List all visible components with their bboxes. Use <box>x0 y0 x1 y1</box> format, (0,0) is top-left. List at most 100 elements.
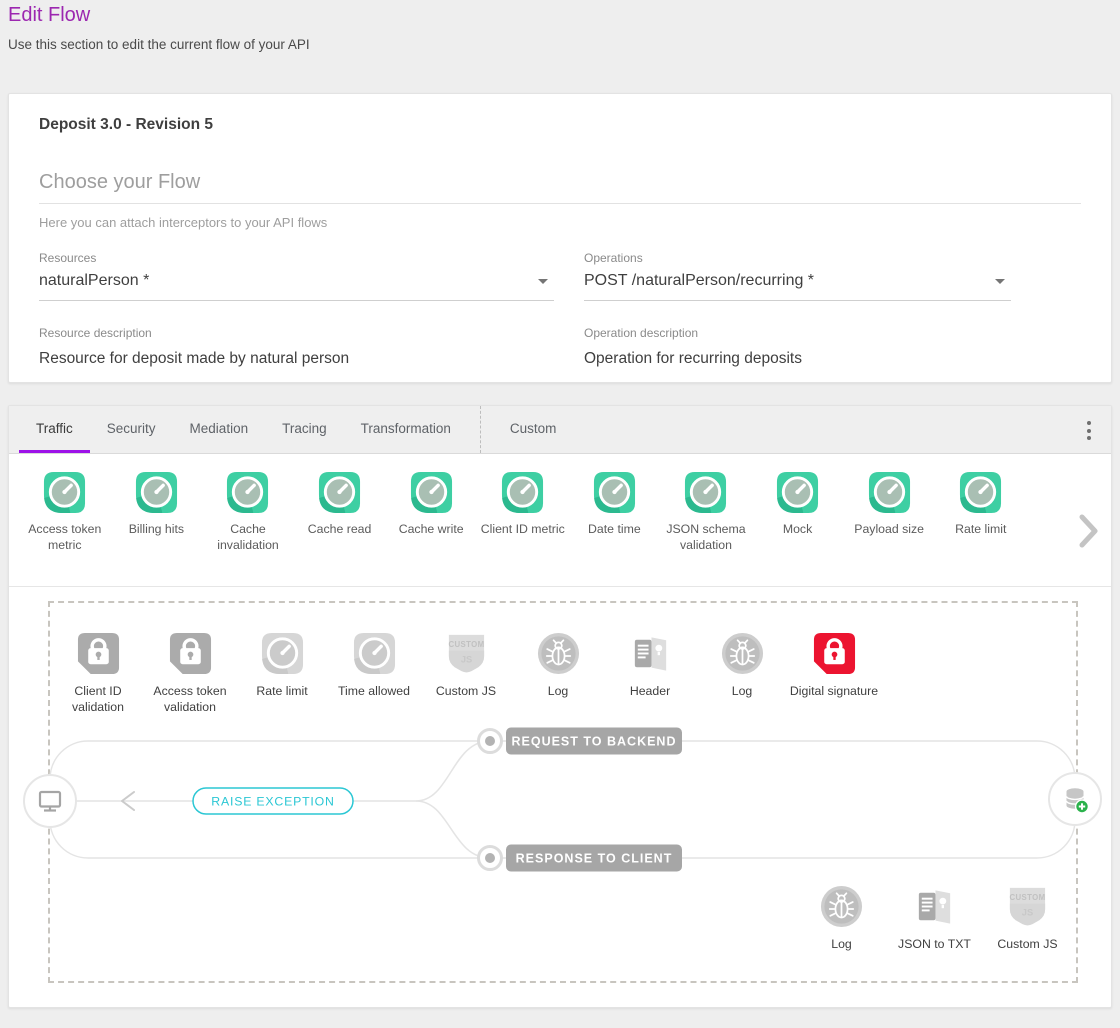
operations-field: Operations POST /naturalPerson/recurring… <box>584 251 1011 301</box>
custom-js-icon <box>444 631 489 676</box>
flow-interceptor[interactable]: Rate limit <box>236 631 328 716</box>
palette-item[interactable]: Billing hits <box>111 470 203 586</box>
chevron-right-icon[interactable] <box>1079 514 1099 553</box>
tab-mediation[interactable]: Mediation <box>173 406 266 453</box>
palette-item-label: Cache read <box>308 522 372 538</box>
response-flow-interceptors: Log JSON to TXT Custom JS <box>795 884 1074 953</box>
interceptors-card: Traffic Security Mediation Tracing Trans… <box>8 405 1112 1008</box>
flow-interceptor-label: Log <box>732 684 753 700</box>
monitor-icon <box>24 775 76 827</box>
flow-interceptor-label: Log <box>831 937 852 953</box>
palette-item-label: Cache write <box>399 522 464 538</box>
flow-interceptor[interactable]: Access token validation <box>144 631 236 716</box>
flow-interceptor-label: Custom JS <box>436 684 496 700</box>
palette-item[interactable]: Mock <box>752 470 844 586</box>
gauge-icon <box>42 470 87 515</box>
operations-label: Operations <box>584 251 1011 265</box>
operations-select-value: POST /naturalPerson/recurring * <box>584 272 814 290</box>
request-to-backend-pill[interactable]: REQUEST TO BACKEND <box>506 728 682 755</box>
flow-interceptor[interactable]: Custom JS <box>420 631 512 716</box>
bug-icon <box>819 884 864 929</box>
gauge-icon <box>500 470 545 515</box>
palette-item[interactable]: Client ID metric <box>477 470 569 586</box>
flow-interceptor-label: Rate limit <box>256 684 307 700</box>
database-add-icon[interactable] <box>1049 773 1101 825</box>
request-node[interactable] <box>479 730 502 753</box>
tab-custom[interactable]: Custom <box>493 406 574 453</box>
palette-item-label: Date time <box>588 522 641 538</box>
gauge-icon <box>409 470 454 515</box>
flow-interceptor-label: Access token validation <box>144 684 236 716</box>
tab-transformation[interactable]: Transformation <box>344 406 468 453</box>
flow-interceptor[interactable]: Log <box>795 884 888 953</box>
resource-description: Resource description Resource for deposi… <box>39 326 554 368</box>
flow-interceptor[interactable]: Custom JS <box>981 884 1074 953</box>
flow-interceptor[interactable]: JSON to TXT <box>888 884 981 953</box>
custom-js-icon <box>1005 884 1050 929</box>
bug-icon <box>536 631 581 676</box>
tab-security[interactable]: Security <box>90 406 173 453</box>
kebab-menu-icon[interactable] <box>1085 419 1093 442</box>
response-to-client-label: RESPONSE TO CLIENT <box>516 852 673 866</box>
resource-description-value: Resource for deposit made by natural per… <box>39 350 554 368</box>
caret-down-icon <box>538 279 548 284</box>
flow-canvas: RAISE EXCEPTION REQUEST TO BACKEND RESPO… <box>48 601 1078 983</box>
palette-item-label: Access token metric <box>19 522 111 554</box>
flow-interceptor[interactable]: Client ID validation <box>52 631 144 716</box>
descriptions-row: Resource description Resource for deposi… <box>39 326 1081 368</box>
palette-item[interactable]: Rate limit <box>935 470 1027 586</box>
response-to-client-pill[interactable]: RESPONSE TO CLIENT <box>506 845 682 872</box>
flow-section-title: Choose your Flow <box>39 171 1081 204</box>
palette-item[interactable]: Cache invalidation <box>202 470 294 586</box>
api-revision-title: Deposit 3.0 - Revision 5 <box>39 116 1081 134</box>
flow-interceptor[interactable]: Log <box>512 631 604 716</box>
raise-exception-label: RAISE EXCEPTION <box>211 795 334 809</box>
flow-interceptor[interactable]: Digital signature <box>788 631 880 716</box>
gauge-icon <box>683 470 728 515</box>
palette-item-label: Payload size <box>854 522 924 538</box>
gauge-icon <box>134 470 179 515</box>
resources-select-value: naturalPerson * <box>39 272 149 290</box>
lock-icon <box>76 631 121 676</box>
flow-interceptor[interactable]: Header <box>604 631 696 716</box>
palette-item[interactable]: Access token metric <box>19 470 111 586</box>
flow-interceptor-label: JSON to TXT <box>898 937 971 953</box>
response-node[interactable] <box>479 847 502 870</box>
gauge-icon <box>260 631 305 676</box>
raise-exception-pill[interactable]: RAISE EXCEPTION <box>193 788 353 814</box>
palette-item[interactable]: JSON schema validation <box>660 470 752 586</box>
flow-interceptor[interactable]: Log <box>696 631 788 716</box>
palette-item[interactable]: Date time <box>569 470 661 586</box>
request-flow-interceptors: Client ID validation Access token valida… <box>52 631 880 716</box>
palette-item-label: Mock <box>783 522 812 538</box>
resources-field: Resources naturalPerson * <box>39 251 554 301</box>
page-header: Edit Flow Use this section to edit the c… <box>8 4 310 52</box>
palette-item[interactable]: Payload size <box>843 470 935 586</box>
tab-traffic[interactable]: Traffic <box>19 406 90 453</box>
gauge-icon <box>225 470 270 515</box>
operation-description-value: Operation for recurring deposits <box>584 350 1011 368</box>
operations-select[interactable]: POST /naturalPerson/recurring * <box>584 265 1011 301</box>
digital-signature-lock-icon <box>812 631 857 676</box>
gauge-icon <box>592 470 637 515</box>
resources-select[interactable]: naturalPerson * <box>39 265 554 301</box>
gauge-icon <box>352 631 397 676</box>
tab-tracing[interactable]: Tracing <box>265 406 344 453</box>
gauge-icon <box>775 470 820 515</box>
flow-interceptor-label: Digital signature <box>790 684 878 700</box>
flow-interceptor-label: Time allowed <box>338 684 410 700</box>
flow-interceptor[interactable]: Time allowed <box>328 631 420 716</box>
palette-item[interactable]: Cache write <box>385 470 477 586</box>
flow-interceptor-label: Custom JS <box>997 937 1057 953</box>
gauge-icon <box>317 470 362 515</box>
palette-item-label: JSON schema validation <box>660 522 752 554</box>
interceptor-palette: Access token metric Billing hits Cache i… <box>9 454 1111 587</box>
interceptor-tabbar: Traffic Security Mediation Tracing Trans… <box>9 406 1111 454</box>
bug-icon <box>720 631 765 676</box>
palette-item[interactable]: Cache read <box>294 470 386 586</box>
flow-interceptor-label: Log <box>548 684 569 700</box>
tab-group-divider <box>480 406 481 453</box>
flow-interceptor-label: Header <box>630 684 670 700</box>
document-icon <box>628 631 673 676</box>
gauge-icon <box>867 470 912 515</box>
